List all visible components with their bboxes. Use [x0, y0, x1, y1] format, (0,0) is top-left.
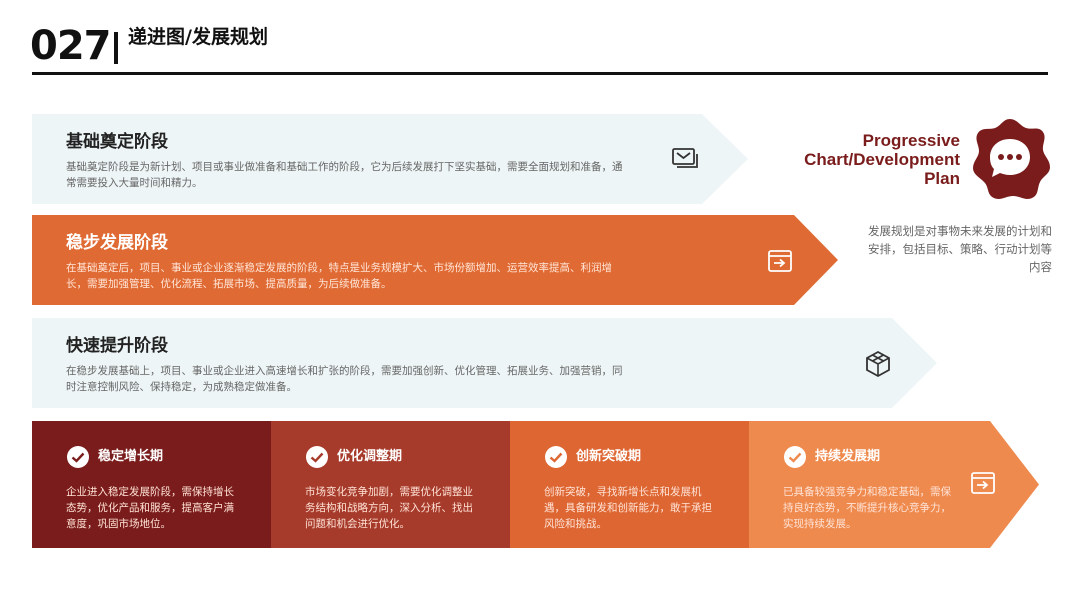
stage-description: 在稳步发展基础上，项目、事业或企业进入高速增长和扩张的阶段，需要加强创新、优化管… [66, 365, 623, 393]
phase-label: 优化调整期 [337, 449, 403, 464]
page-number: 027 [30, 23, 111, 69]
check-circle-icon [306, 446, 328, 468]
stage-title: 基础奠定阶段 [66, 132, 168, 152]
stage-title: 快速提升阶段 [66, 336, 168, 356]
stage-description: 在基础奠定后，项目、事业或企业逐渐稳定发展的阶段，特点是业务规模扩大、市场份额增… [66, 262, 612, 290]
check-circle-icon [545, 446, 567, 468]
phase-label: 持续发展期 [815, 449, 881, 464]
inbox-arrow-icon [768, 250, 792, 272]
cube-outline-icon [866, 350, 890, 378]
phase-description: 创新突破，寻找新增长点和发展机遇，具备研发和创新能力，敢于承担风险和挑战。 [544, 486, 712, 530]
side-title: Progressive Chart/Development Plan [770, 131, 960, 188]
message-stack-icon [672, 148, 698, 168]
phase-label: 稳定增长期 [98, 449, 164, 464]
phase-description: 企业进入稳定发展阶段，需保持增长态势，优化产品和服务，提高客户满意度，巩固市场地… [66, 486, 234, 530]
side-title-line: Plan [924, 169, 960, 188]
phase-row: 稳定增长期 企业进入稳定发展阶段，需保持增长态势，优化产品和服务，提高客户满意度… [32, 421, 1042, 548]
phase-description: 市场变化竞争加剧，需要优化调整业务结构和战略方向，深入分析、找出问题和机会进行优… [305, 486, 473, 530]
phase-sustained: 持续发展期 已具备较强竞争力和稳定基础，需保持良好态势，不断提升核心竞争力，实现… [749, 421, 1039, 548]
side-title-line: Progressive [862, 131, 960, 150]
stage-description: 基础奠定阶段是为新计划、项目或事业做准备和基础工作的阶段，它为后续发展打下坚实基… [66, 161, 623, 189]
phase-breakthrough: 创新突破期 创新突破，寻找新增长点和发展机遇，具备研发和创新能力，敢于承担风险和… [510, 421, 749, 548]
stage-foundation: 基础奠定阶段 基础奠定阶段是为新计划、项目或事业做准备和基础工作的阶段，它为后续… [32, 114, 752, 204]
header-rule [32, 72, 1048, 75]
chat-badge [973, 119, 1050, 199]
side-description: 发展规划是对事物未来发展的计划和安排，包括目标、策略、行动计划等内容 [868, 224, 1052, 274]
phase-stable-growth: 稳定增长期 企业进入稳定发展阶段，需保持增长态势，优化产品和服务，提高客户满意度… [32, 421, 271, 548]
phase-description: 已具备较强竞争力和稳定基础，需保持良好态势，不断提升核心竞争力，实现持续发展。 [783, 486, 951, 530]
header-divider [114, 32, 118, 64]
side-title-line: Chart/Development [804, 150, 960, 169]
check-circle-icon [67, 446, 89, 468]
stage-title: 稳步发展阶段 [66, 233, 168, 253]
page-title: 递进图/发展规划 [128, 26, 268, 48]
stage-steady: 稳步发展阶段 在基础奠定后，项目、事业或企业逐渐稳定发展的阶段，特点是业务规模扩… [32, 215, 842, 305]
stage-rapid: 快速提升阶段 在稳步发展基础上，项目、事业或企业进入高速增长和扩张的阶段，需要加… [32, 318, 942, 408]
inbox-arrow-icon [971, 472, 995, 494]
phase-optimize: 优化调整期 市场变化竞争加剧，需要优化调整业务结构和战略方向，深入分析、找出问题… [271, 421, 510, 548]
check-circle-icon [784, 446, 806, 468]
phase-label: 创新突破期 [576, 449, 642, 464]
